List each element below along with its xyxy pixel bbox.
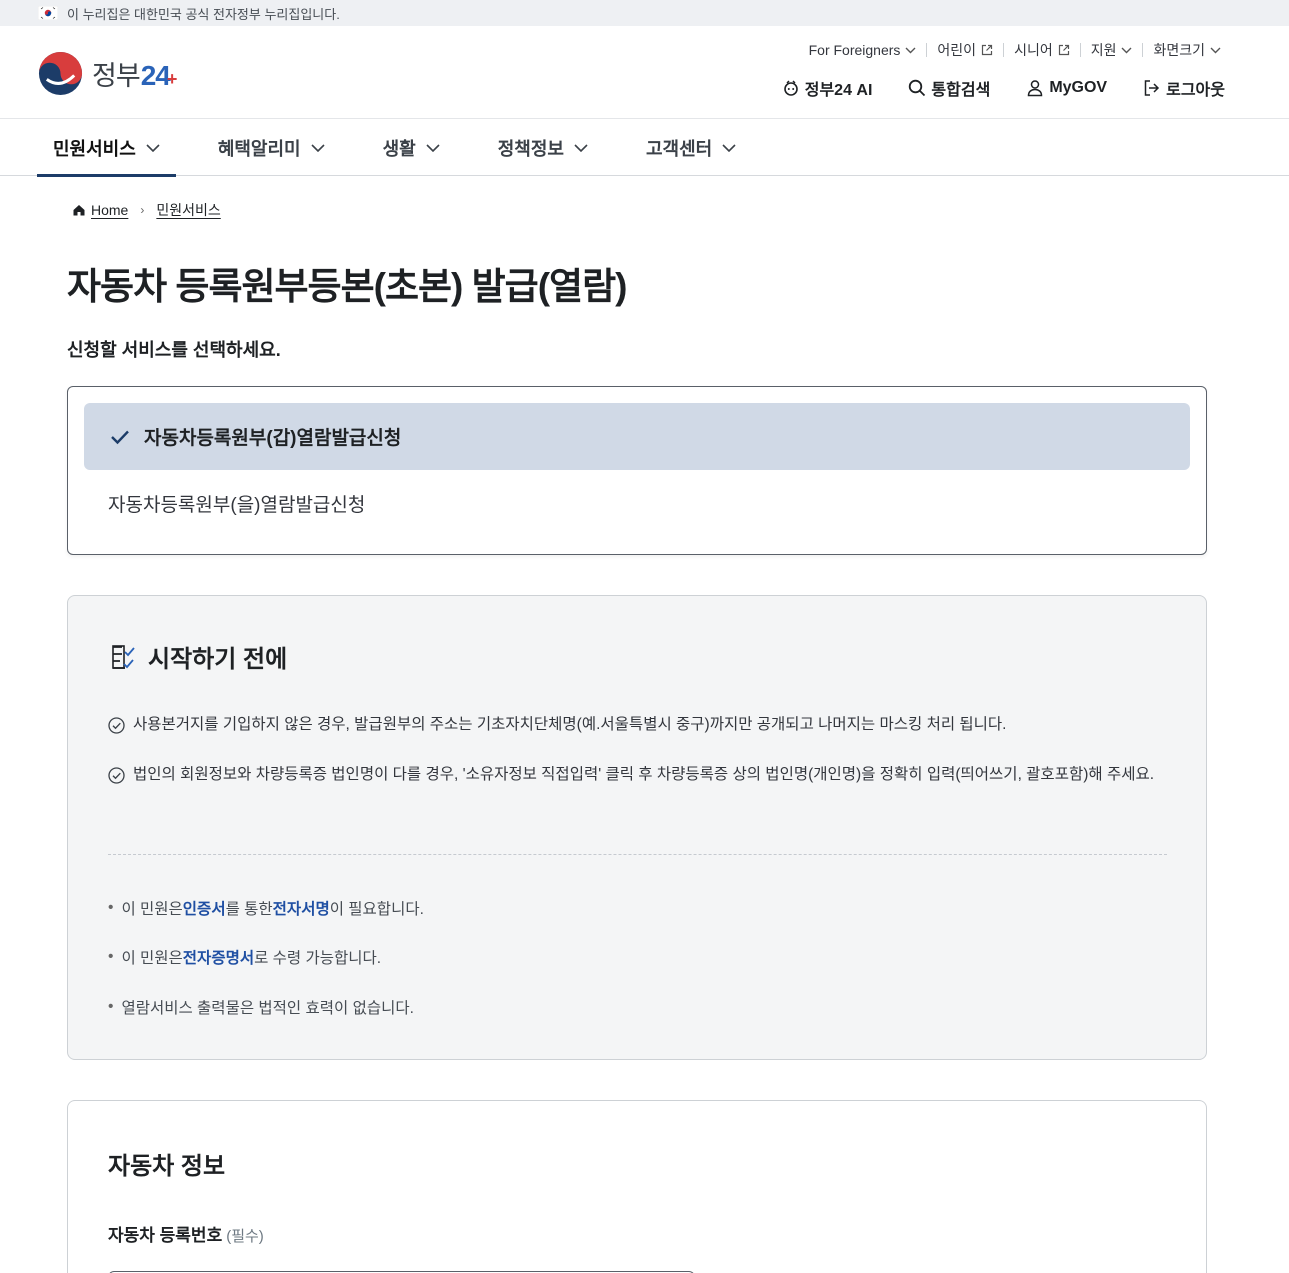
- chevron-down-icon: [311, 143, 325, 152]
- chevron-down-icon: [905, 47, 916, 53]
- chevron-down-icon: [722, 143, 736, 152]
- checklist-icon: [112, 644, 135, 669]
- utility-links: For Foreigners 어린이 시니어 지원 화면크기: [799, 43, 1231, 57]
- header-actions: 정부24 AI 통합검색 MyGOV 로그아웃: [782, 76, 1225, 100]
- korea-flag-icon: [38, 6, 58, 20]
- nav-benefits[interactable]: 혜택알리미: [202, 119, 341, 176]
- banner-text: 이 누리집은 대한민국 공식 전자정부 누리집입니다.: [67, 6, 340, 22]
- search-icon: [909, 79, 926, 97]
- select-service-heading: 신청할 서비스를 선택하세요.: [67, 340, 281, 360]
- check-icon: [111, 430, 129, 444]
- breadcrumb-home-link[interactable]: Home: [91, 202, 128, 218]
- chevron-down-icon: [1210, 47, 1221, 53]
- ai-bot-icon: [783, 80, 798, 96]
- chevron-down-icon: [574, 143, 588, 152]
- util-kids[interactable]: 어린이: [926, 43, 1003, 57]
- chevron-down-icon: [426, 143, 440, 152]
- integrated-search-button[interactable]: 통합검색: [908, 76, 990, 100]
- vehicle-info-panel: 자동차 정보 자동차 등록번호 (필수): [67, 1100, 1207, 1273]
- vehicle-reg-number-label: 자동차 등록번호 (필수): [108, 1226, 264, 1245]
- required-marker: (필수): [226, 1228, 264, 1245]
- util-support[interactable]: 지원: [1079, 43, 1143, 57]
- util-for-foreigners[interactable]: For Foreigners: [799, 43, 927, 57]
- service-option-gap[interactable]: 자동차등록원부(갑)열람발급신청: [84, 403, 1190, 470]
- notice-bullet: • 이 민원은 인증서 를 통한 전자서명 이 필요합니다.: [108, 897, 424, 919]
- chevron-right-icon: ›: [140, 203, 145, 217]
- vehicle-info-heading: 자동차 정보: [108, 1153, 226, 1180]
- breadcrumb-current-link[interactable]: 민원서비스: [156, 200, 220, 220]
- user-icon: [1028, 80, 1043, 97]
- dashed-divider: [108, 854, 1167, 855]
- nav-civil-services[interactable]: 민원서비스: [37, 119, 176, 177]
- e-certificate-link[interactable]: 전자증명서: [183, 946, 254, 968]
- nav-customer-center[interactable]: 고객센터: [630, 119, 752, 176]
- nav-life[interactable]: 생활: [367, 119, 456, 176]
- taeguk-logo-icon: [38, 51, 83, 96]
- external-link-icon: [1058, 44, 1069, 56]
- logout-button[interactable]: 로그아웃: [1143, 76, 1225, 100]
- logo-text: 정부 24 +: [92, 60, 177, 91]
- mygov-button[interactable]: MyGOV: [1026, 79, 1107, 97]
- official-gov-banner: 이 누리집은 대한민국 공식 전자정부 누리집입니다.: [0, 0, 1289, 26]
- service-select-list: 자동차등록원부(갑)열람발급신청 자동차등록원부(을)열람발급신청: [67, 386, 1207, 555]
- main-nav: 민원서비스 혜택알리미 생활 정책정보 고객센터: [0, 118, 1289, 177]
- gov24-logo[interactable]: 정부 24 +: [37, 50, 177, 97]
- breadcrumb: Home › 민원서비스: [72, 200, 221, 220]
- chevron-down-icon: [146, 143, 160, 152]
- page-title: 자동차 등록원부등본(초본) 발급(열람): [67, 266, 627, 307]
- util-screen-size[interactable]: 화면크기: [1142, 43, 1231, 57]
- util-senior[interactable]: 시니어: [1003, 43, 1080, 57]
- notice-bullet: • 이 민원은 전자증명서 로 수령 가능합니다.: [108, 946, 382, 968]
- nav-policy[interactable]: 정책정보: [482, 119, 604, 176]
- site-header: 정부 24 + For Foreigners 어린이 시니어 지원 화면크기 정부2…: [0, 26, 1289, 118]
- logout-icon: [1144, 80, 1160, 96]
- before-start-panel: 시작하기 전에 사용본거지를 기입하지 않은 경우, 발급원부의 주소는 기초자…: [67, 595, 1207, 1060]
- notice-bullet: • 열람서비스 출력물은 법적인 효력이 없습니다.: [108, 998, 414, 1017]
- before-start-heading: 시작하기 전에: [110, 639, 287, 674]
- service-option-eul[interactable]: 자동차등록원부(을)열람발급신청: [84, 470, 1190, 537]
- home-icon: [73, 205, 85, 216]
- chevron-down-icon: [1121, 47, 1132, 53]
- notice-check-item: 법인의 회원정보와 차량등록증 법인명이 다를 경우, '소유자정보 직접입력'…: [108, 762, 1168, 787]
- circle-check-icon: [108, 717, 125, 734]
- e-signature-link[interactable]: 전자서명: [273, 897, 330, 919]
- external-link-icon: [981, 44, 993, 56]
- gov24-ai-button[interactable]: 정부24 AI: [782, 76, 872, 100]
- notice-check-item: 사용본거지를 기입하지 않은 경우, 발급원부의 주소는 기초자치단체명(예.서…: [108, 712, 1168, 737]
- certificate-link[interactable]: 인증서: [183, 897, 226, 919]
- circle-check-icon: [108, 767, 125, 784]
